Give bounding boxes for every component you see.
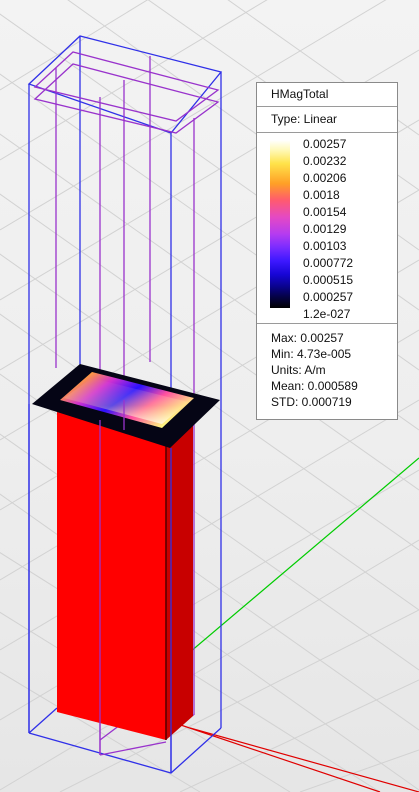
stat-max: Max: 0.00257 [271, 331, 344, 345]
x-axis-line [189, 727, 419, 792]
stat-mean: Mean: 0.000589 [271, 379, 358, 393]
field-legend[interactable]: HMagTotal Type: Linear 0.00257 0.00232 0… [256, 82, 398, 420]
legend-tick: 0.00129 [303, 222, 347, 236]
legend-tick: 0.00103 [303, 239, 347, 253]
x-axis-line-2 [159, 717, 381, 792]
y-axis-line [189, 457, 419, 653]
3d-viewport[interactable]: HMagTotal Type: Linear 0.00257 0.00232 0… [0, 0, 419, 792]
conductor-block-front [57, 412, 166, 740]
legend-tick: 0.00257 [303, 137, 347, 151]
stat-std: STD: 0.000719 [271, 395, 352, 409]
legend-tick: 0.000772 [303, 256, 354, 270]
legend-tick: 0.0018 [303, 188, 340, 202]
legend-tick: 0.000515 [303, 273, 354, 287]
stat-min: Min: 4.73e-005 [271, 347, 352, 361]
legend-color-scale: 0.00257 0.00232 0.00206 0.0018 0.00154 0… [257, 133, 397, 324]
stat-units: Units: A/m [271, 363, 326, 377]
legend-title: HMagTotal [257, 83, 397, 107]
conductor-block-side [166, 411, 193, 740]
legend-type: Type: Linear [257, 107, 397, 133]
legend-tick: 0.00154 [303, 205, 347, 219]
legend-tick: 0.00206 [303, 171, 347, 185]
legend-tick: 0.00232 [303, 154, 347, 168]
legend-tick: 1.2e-027 [303, 307, 351, 321]
legend-color-bar [270, 140, 290, 308]
legend-tick: 0.000257 [303, 290, 354, 304]
legend-statistics: Max: 0.00257 Min: 4.73e-005 Units: A/m M… [257, 324, 397, 410]
